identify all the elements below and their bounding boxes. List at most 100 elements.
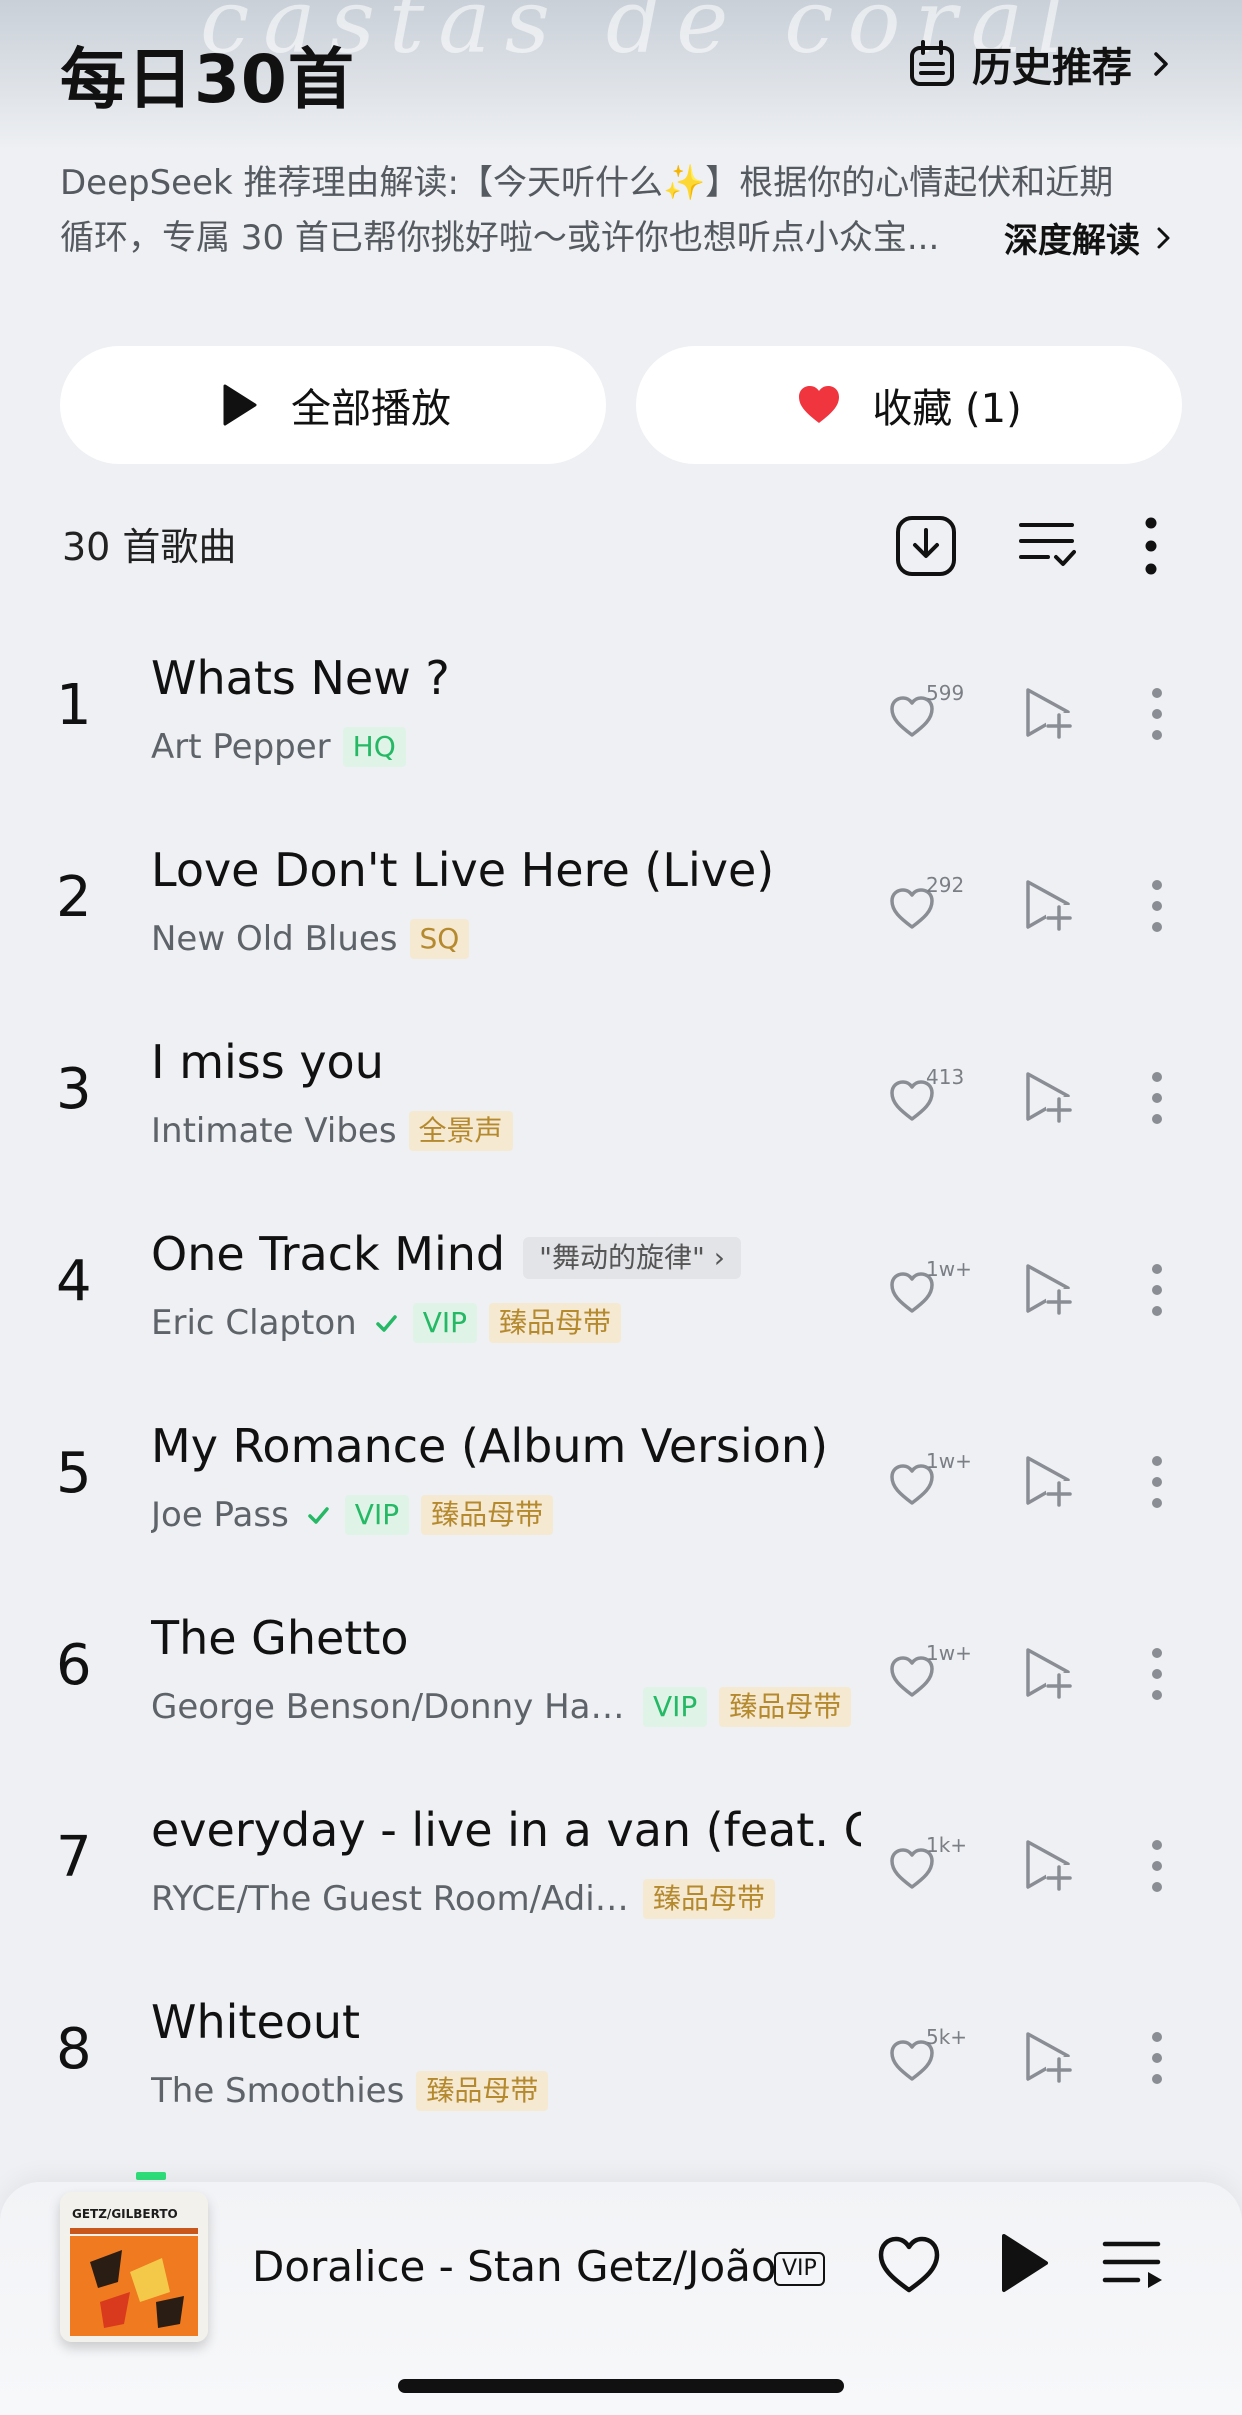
song-title-text: The Ghetto	[151, 1611, 409, 1665]
like-count: 1w+	[926, 1449, 972, 1473]
song-number: 2	[56, 865, 92, 930]
page-title: 每日30首	[60, 41, 355, 118]
add-to-playlist-icon[interactable]	[1022, 1261, 1074, 1317]
song-row[interactable]: 1 Whats New ? Art Pepper HQ 599	[0, 615, 1242, 807]
more-options-icon[interactable]	[1150, 1263, 1164, 1317]
calendar-icon	[910, 40, 954, 86]
add-to-playlist-icon[interactable]	[1022, 1645, 1074, 1701]
song-artist[interactable]: George Benson/Donny Hat...	[151, 1687, 631, 1727]
song-title-text: everyday - live in a van (feat. C...	[151, 1803, 861, 1857]
song-row[interactable]: 6 The Ghetto George Benson/Donny Hat... VIP…	[0, 1575, 1242, 1767]
song-row[interactable]: 4 One Track Mind "舞动的旋律" › Eric Clapton VIP 臻…	[0, 1191, 1242, 1383]
chevron-right-icon	[1157, 227, 1170, 248]
cover-indicator	[136, 2172, 166, 2180]
deep-read-label: 深度解读	[1004, 221, 1140, 261]
song-meta: The Smoothies 臻品母带	[151, 2067, 549, 2115]
more-options-icon[interactable]	[1150, 879, 1164, 933]
song-row[interactable]: 3 I miss you Intimate Vibes 全景声 413	[0, 999, 1242, 1191]
play-icon[interactable]	[998, 2232, 1050, 2294]
more-options-icon[interactable]	[1150, 1839, 1164, 1893]
chevron-right-icon	[1154, 52, 1168, 76]
play-icon	[223, 384, 257, 426]
song-row[interactable]: 8 Whiteout The Smoothies 臻品母带 5k+	[0, 1959, 1242, 2151]
quality-badge: 臻品母带	[421, 1495, 554, 1535]
song-title: The Ghetto	[151, 1611, 409, 1665]
song-number: 3	[56, 1057, 92, 1122]
song-title: I miss you	[151, 1035, 384, 1089]
favorite-button[interactable]: 收藏 (1)	[636, 346, 1182, 464]
quality-badge: SQ	[409, 919, 470, 959]
add-to-playlist-icon[interactable]	[1022, 1453, 1074, 1509]
daily-30-page: castas de coral 每日30首 历史推荐 DeepSeek 推荐理由…	[0, 0, 1242, 2415]
like-count: 413	[926, 1065, 965, 1089]
song-row[interactable]: 7 everyday - live in a van (feat. C... RYC…	[0, 1767, 1242, 1959]
deep-read-button[interactable]: 深度解读	[994, 210, 1174, 265]
quality-badge: 全景声	[408, 1111, 513, 1151]
song-number: 7	[56, 1825, 92, 1890]
song-meta: RYCE/The Guest Room/Adison... 臻品母带	[151, 1875, 776, 1923]
more-options-icon[interactable]	[1150, 1455, 1164, 1509]
song-artist[interactable]: New Old Blues	[151, 919, 398, 959]
song-artist[interactable]: Joe Pass	[151, 1495, 289, 1535]
song-meta: George Benson/Donny Hat... VIP 臻品母带	[151, 1683, 852, 1731]
song-number: 5	[56, 1441, 92, 1506]
song-title-text: One Track Mind	[151, 1227, 506, 1281]
song-title-text: I miss you	[151, 1035, 384, 1089]
song-row[interactable]: 5 My Romance (Album Version) Joe Pass VIP 臻品…	[0, 1383, 1242, 1575]
play-all-button[interactable]: 全部播放	[60, 346, 606, 464]
song-row[interactable]: 2 Love Don't Live Here (Live) New Old Blue…	[0, 807, 1242, 999]
quality-badge: 臻品母带	[416, 2071, 549, 2111]
song-artist[interactable]: The Smoothies	[151, 2071, 404, 2111]
more-options-icon[interactable]	[1150, 2031, 1164, 2085]
quality-badge: 臻品母带	[489, 1303, 622, 1343]
song-number: 8	[56, 2017, 92, 2082]
quality-badge: 臻品母带	[643, 1879, 776, 1919]
home-indicator[interactable]	[398, 2379, 844, 2393]
song-number: 4	[56, 1249, 92, 1314]
song-artist[interactable]: Art Pepper	[151, 727, 331, 767]
add-to-playlist-icon[interactable]	[1022, 877, 1074, 933]
recommend-reason-line-1: DeepSeek 推荐理由解读:【今天听什么✨】根据你的心情起伏和近期	[60, 163, 1114, 203]
verified-check-icon	[375, 1315, 397, 1332]
song-meta: Art Pepper HQ	[151, 723, 406, 771]
now-playing-title[interactable]: Doralice - Stan Getz/João	[252, 2242, 777, 2291]
playlist-queue-icon[interactable]	[1102, 2238, 1166, 2294]
quality-badge: 臻品母带	[719, 1687, 852, 1727]
add-to-playlist-icon[interactable]	[1022, 1069, 1074, 1125]
song-title: My Romance (Album Version)	[151, 1419, 828, 1473]
album-cover[interactable]: GETZ/GILBERTO	[60, 2192, 208, 2342]
song-playlist-tag[interactable]: "舞动的旋律" ›	[523, 1236, 741, 1279]
add-to-playlist-icon[interactable]	[1022, 685, 1074, 741]
song-title-text: Love Don't Live Here (Live)	[151, 843, 775, 897]
like-count: 599	[926, 681, 965, 705]
more-options-icon[interactable]	[1150, 1647, 1164, 1701]
like-count: 5k+	[926, 2025, 968, 2049]
more-options-icon[interactable]	[1144, 516, 1158, 576]
song-artist[interactable]: Intimate Vibes	[151, 1111, 397, 1151]
like-count: 292	[926, 873, 965, 897]
add-to-playlist-icon[interactable]	[1022, 2029, 1074, 2085]
song-title-text: Whats New ?	[151, 651, 450, 705]
song-artist[interactable]: Eric Clapton	[151, 1303, 357, 1343]
song-title-text: My Romance (Album Version)	[151, 1419, 829, 1473]
song-artist[interactable]: RYCE/The Guest Room/Adison...	[151, 1879, 631, 1919]
song-meta: New Old Blues SQ	[151, 915, 470, 963]
song-title: Whiteout	[151, 1995, 360, 2049]
heart-icon	[799, 386, 840, 423]
more-options-icon[interactable]	[1150, 687, 1164, 741]
download-icon[interactable]	[895, 515, 957, 577]
multi-select-icon[interactable]	[1018, 519, 1076, 573]
quality-badge: VIP	[412, 1303, 477, 1343]
favorite-label: 收藏 (1)	[872, 386, 1022, 432]
like-count: 1w+	[926, 1641, 972, 1665]
like-count: 1k+	[926, 1833, 968, 1857]
heart-outline-icon[interactable]	[876, 2234, 942, 2296]
song-title-text: Whiteout	[151, 1995, 361, 2049]
history-recommend-button[interactable]: 历史推荐	[906, 34, 1174, 94]
like-count: 1w+	[926, 1257, 972, 1281]
quality-badge: VIP	[344, 1495, 410, 1535]
add-to-playlist-icon[interactable]	[1022, 1837, 1074, 1893]
more-options-icon[interactable]	[1150, 1071, 1164, 1125]
vip-badge: VIP	[774, 2252, 825, 2286]
song-title: One Track Mind "舞动的旋律" ›	[151, 1227, 741, 1281]
